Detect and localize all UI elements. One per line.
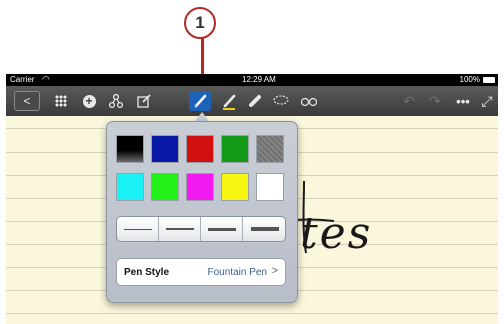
thickness-option-medium[interactable] [159,217,201,241]
highlighter-tool-button[interactable] [218,91,240,111]
undo-button[interactable]: ↶ [398,91,420,111]
color-swatch[interactable] [186,135,214,163]
thickness-option-thin[interactable] [117,217,159,241]
pen-style-value: Fountain Pen [207,267,268,278]
color-swatch[interactable] [221,173,249,201]
color-swatch[interactable] [116,173,144,201]
plus-circle-icon: + [82,94,96,108]
toolbar: < + ↶ ↷ ••• ⤢ [6,86,498,116]
fullscreen-button[interactable]: ⤢ [476,91,498,111]
thickness-selector [116,216,286,242]
wifi-icon: ◠ [42,74,50,84]
pen-options-popover: Pen Style Fountain Pen > [106,121,298,303]
medium-line-icon [165,228,194,230]
lasso-tool-button[interactable] [270,91,292,111]
compose-icon [137,94,151,108]
redo-button[interactable]: ↷ [424,91,446,111]
color-swatch[interactable] [151,135,179,163]
thick-line-icon [207,227,236,231]
glasses-icon [300,97,318,107]
nodes-icon [109,94,123,108]
pen-tool-button[interactable] [189,91,211,111]
battery-percent: 100% [459,75,480,84]
color-swatch[interactable] [256,173,284,201]
share-button[interactable] [105,91,127,111]
thickness-option-thick[interactable] [201,217,243,241]
back-button[interactable]: < [14,91,40,111]
color-swatch[interactable] [221,135,249,163]
color-swatch[interactable] [116,135,144,163]
handwritten-text: tes [300,208,373,259]
thickness-option-extra-thick[interactable] [243,217,285,241]
lasso-icon [273,95,289,105]
chevron-right-icon: > [271,265,278,277]
status-bar: Carrier ◠ 12:29 AM 100% [6,74,498,86]
grid-icon [55,95,67,107]
highlighter-icon [223,94,236,108]
pen-style-row[interactable]: Pen Style Fountain Pen > [116,258,286,286]
eraser-tool-button[interactable] [244,91,266,111]
color-swatch[interactable] [186,173,214,201]
pen-style-label: Pen Style [124,267,170,278]
grid-view-button[interactable] [50,91,72,111]
pen-icon [194,94,207,108]
view-mode-button[interactable] [298,91,320,111]
callout-number: 1 [184,7,216,39]
highlighter-color-indicator [223,108,235,110]
carrier-label: Carrier [10,75,35,84]
popover-arrow [195,112,209,121]
eraser-icon [249,95,261,107]
ellipsis-icon: ••• [456,93,470,109]
clock-label: 12:29 AM [242,75,276,84]
color-swatch[interactable] [256,135,284,163]
redo-icon: ↷ [429,92,441,109]
expand-icon: ⤢ [481,92,493,109]
more-button[interactable]: ••• [452,91,474,111]
color-swatch[interactable] [151,173,179,201]
chevron-left-icon: < [23,94,31,108]
add-button[interactable]: + [78,91,100,111]
undo-icon: ↶ [403,92,415,109]
thin-line-icon [123,228,152,230]
edit-button[interactable] [133,91,155,111]
battery-icon [483,77,495,83]
extra-thick-line-icon [251,227,279,231]
